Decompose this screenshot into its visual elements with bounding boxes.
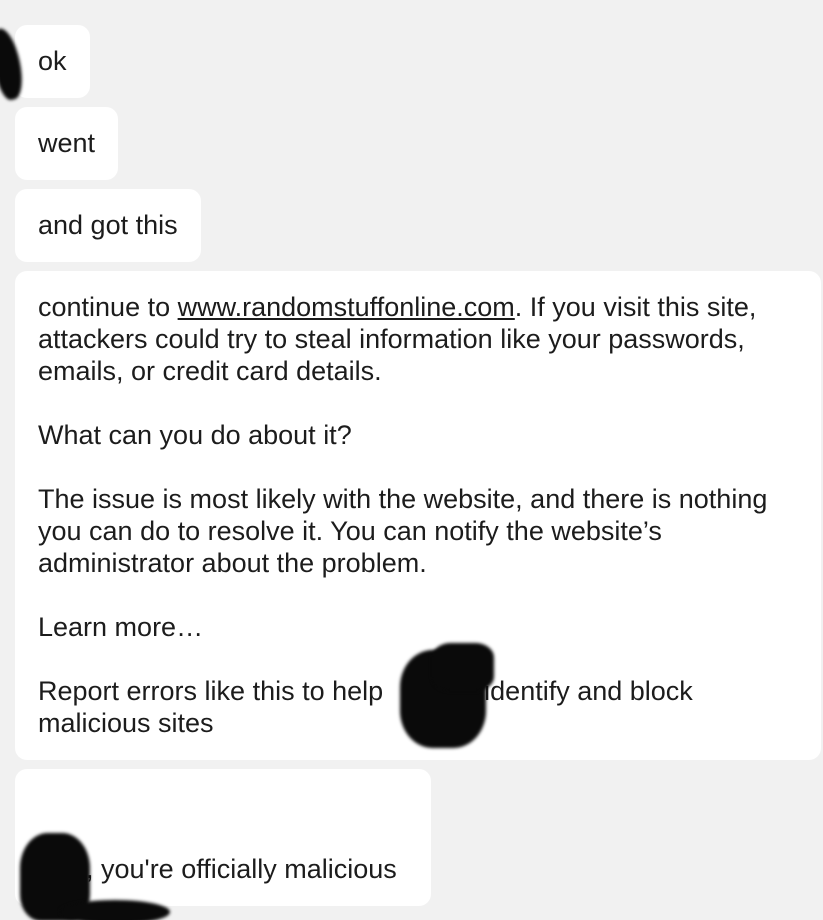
report-prefix: Report errors like this to help [38,676,391,706]
message-text: ok [38,46,67,76]
redaction-scribble [60,900,170,920]
message-text: , you're officially malicious [86,854,397,884]
warning-intro-prefix: continue to [38,292,178,322]
message-bubble: and got this [15,189,201,262]
warning-intro: continue to www.randomstuffonline.com. I… [38,291,801,387]
site-link[interactable]: www.randomstuffonline.com [178,292,515,322]
chat-thread: ok went and got this continue to www.ran… [0,0,823,920]
warning-answer: The issue is most likely with the websit… [38,484,768,578]
message-text: went [38,128,96,158]
warning-question: What can you do about it? [38,420,352,450]
message-text: and got this [38,210,178,240]
redaction-scribble [432,643,494,691]
learn-more-text: Learn more… [38,612,204,642]
message-bubble: went [15,107,119,180]
message-bubble: ok [15,25,90,98]
